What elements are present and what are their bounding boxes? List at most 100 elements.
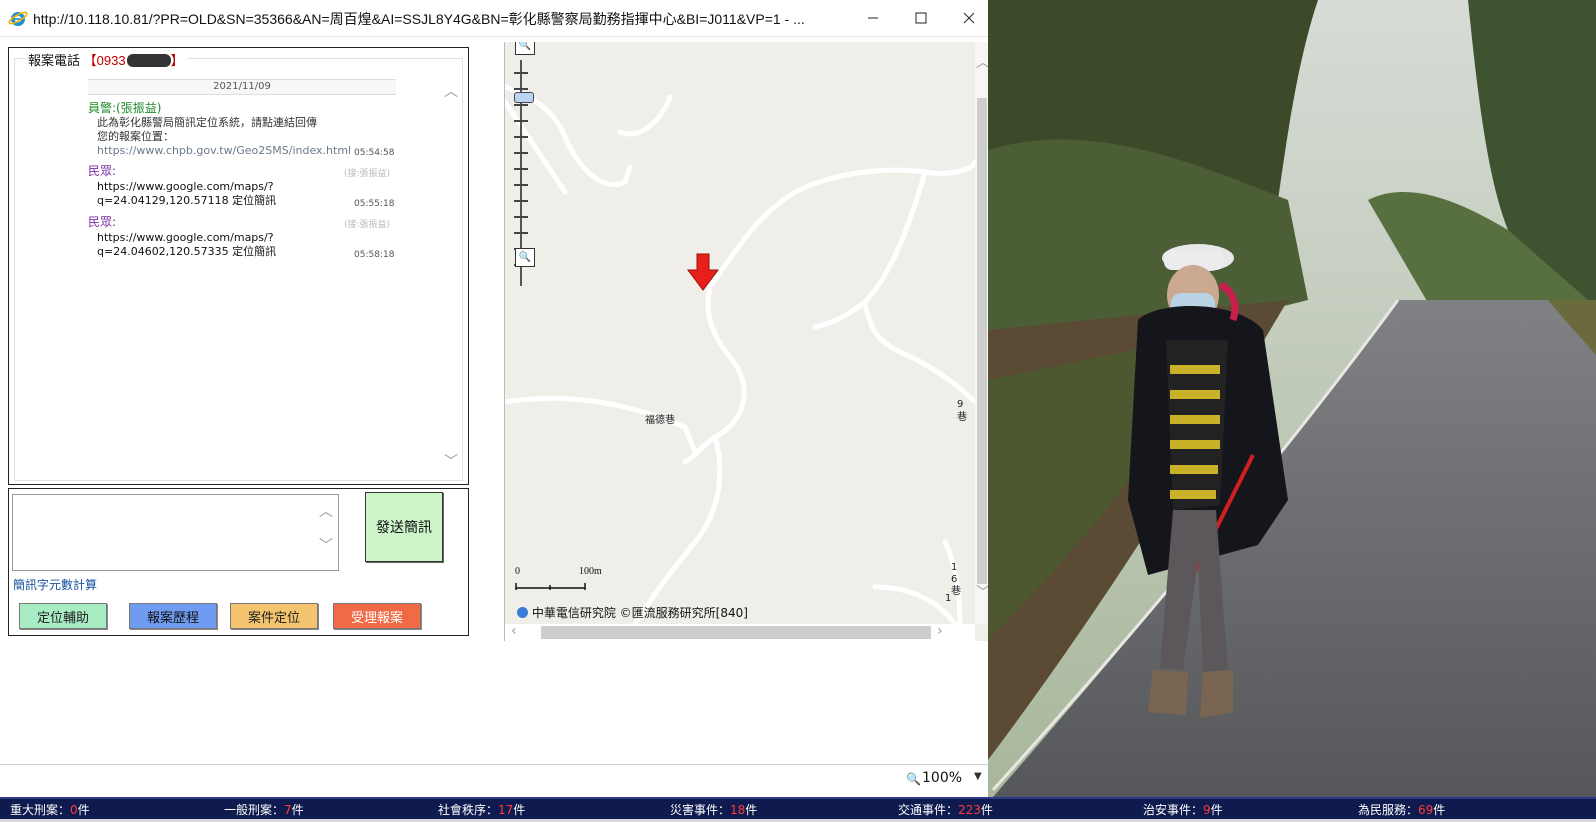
zoom-tick	[514, 216, 528, 218]
message-sender: 員警:(張振益)	[88, 101, 162, 115]
internet-explorer-icon	[8, 11, 28, 26]
message-meta: (接:張振益)	[344, 169, 391, 179]
case-locate-button[interactable]: 案件定位	[230, 603, 318, 629]
road	[707, 159, 975, 290]
map-vertical-scrollbar[interactable]: ︿ ﹀	[975, 42, 989, 624]
scale-zero-label: 0	[515, 566, 520, 577]
message-line: 您的報案位置：	[97, 130, 174, 143]
browser-window: http://10.118.10.81/?PR=OLD&SN=35366&AN=…	[0, 0, 989, 822]
message-line: q=24.04602,120.57335 定位簡訊	[97, 245, 277, 258]
maximize-button[interactable]	[898, 0, 944, 36]
edge-road-label: 9巷	[957, 399, 967, 423]
chevron-up-icon[interactable]: ︿	[444, 81, 458, 101]
location-marker-icon[interactable]	[685, 252, 723, 294]
chat-scrollbar[interactable]: ︿ ﹀	[442, 81, 459, 476]
stat-traffic: 交通事件：223件	[898, 803, 993, 817]
road	[632, 434, 723, 624]
message-time: 05:55:18	[354, 199, 395, 209]
chevron-down-icon[interactable]: ﹀	[444, 451, 458, 471]
zoom-level[interactable]: 100%	[922, 770, 962, 786]
message-body: https://www.google.com/maps/? q=24.04602…	[97, 231, 276, 259]
map-roads	[505, 84, 975, 624]
zoom-tick	[514, 72, 528, 74]
road	[872, 584, 958, 624]
message-link[interactable]: https://www.chpb.gov.tw/Geo2SMS/index.ht…	[97, 144, 351, 158]
stat-disaster: 災害事件：18件	[670, 803, 758, 817]
scrollbar-thumb[interactable]	[977, 98, 987, 584]
road	[812, 169, 928, 330]
scrollbar-thumb[interactable]	[541, 626, 931, 639]
zoom-tick	[514, 120, 528, 122]
message-time: 05:54:58	[354, 148, 395, 158]
sms-textarea[interactable]: ︿ ﹀	[12, 494, 339, 571]
zoom-in-button[interactable]: 🔍	[515, 42, 535, 55]
window-title: http://10.118.10.81/?PR=OLD&SN=35366&AN=…	[33, 11, 805, 27]
scale-end-label: 100m	[579, 566, 602, 577]
zoom-magnifier-icon: 🔍	[906, 772, 921, 786]
message-line: 此為彰化縣警局簡訊定位系統，請點連結回傳	[97, 116, 317, 129]
chevron-right-icon[interactable]: ›	[937, 623, 943, 639]
message-sender: 民眾:	[88, 215, 117, 229]
redacted-block	[126, 54, 171, 67]
close-icon	[963, 12, 975, 24]
road-label-fude: 福德巷	[645, 415, 675, 426]
phone-header: 報案電話 【0933】	[25, 50, 187, 69]
photo-image	[988, 0, 1596, 797]
scale-bar	[515, 583, 586, 590]
maximize-icon	[915, 12, 927, 24]
message-meta: (接:張振益)	[344, 220, 391, 230]
chat-panel: 2021/11/09 員警:(張振益) 此為彰化縣警局簡訊定位系統，請點連結回傳…	[8, 47, 469, 485]
message-line: https://www.google.com/maps/?	[97, 231, 274, 244]
road	[862, 299, 975, 405]
close-button[interactable]	[946, 0, 992, 36]
message-line: q=24.04129,120.57118 定位簡訊	[97, 194, 277, 207]
map-horizontal-scrollbar[interactable]: ‹ ›	[505, 623, 975, 641]
message-sender: 民眾:	[88, 164, 117, 178]
minimize-button[interactable]	[850, 0, 896, 36]
message-line: https://www.google.com/maps/?	[97, 180, 274, 193]
road	[617, 94, 673, 137]
map-view[interactable]: 🔍 🔍 福德巷 9巷 16巷 1 0 100m 中華電信研究院 ©匯流服務研究所…	[504, 42, 989, 641]
message-body: 此為彰化縣警局簡訊定位系統，請點連結回傳 您的報案位置： https://www…	[97, 116, 351, 158]
title-bar: http://10.118.10.81/?PR=OLD&SN=35366&AN=…	[0, 0, 988, 37]
compose-panel: ︿ ﹀ 發送簡訊 簡訊字元數計算 定位輔助 報案歷程 案件定位 受理報案	[8, 488, 469, 636]
stat-general-crime: 一般刑案：7件	[224, 803, 304, 817]
locate-assist-button[interactable]: 定位輔助	[19, 603, 107, 629]
chevron-down-icon[interactable]: ﹀	[319, 535, 333, 555]
minimize-icon	[868, 17, 878, 19]
zoom-tick	[514, 232, 528, 234]
cht-logo-icon	[517, 607, 528, 618]
stat-major-crime: 重大刑案：0件	[10, 803, 90, 817]
phone-number: 0933	[96, 53, 126, 68]
road	[505, 99, 568, 195]
chevron-up-icon[interactable]: ︿	[319, 501, 333, 521]
zoom-out-button[interactable]: 🔍	[515, 248, 535, 267]
accept-report-button[interactable]: 受理報案	[333, 603, 421, 629]
caller-photo	[988, 0, 1596, 797]
message-time: 05:58:18	[354, 250, 395, 260]
chat-date: 2021/11/09	[88, 79, 396, 95]
message-body: https://www.google.com/maps/? q=24.04129…	[97, 180, 276, 208]
zoom-tick	[514, 104, 528, 106]
char-count-link[interactable]: 簡訊字元數計算	[13, 576, 97, 593]
zoom-tick	[514, 168, 528, 170]
report-history-button[interactable]: 報案歷程	[129, 603, 217, 629]
stat-security: 治安事件：9件	[1143, 803, 1223, 817]
phone-label: 報案電話	[28, 53, 81, 68]
case-statistics-bar: 重大刑案：0件 一般刑案：7件 社會秩序：17件 災害事件：18件 交通事件：2…	[0, 797, 1596, 819]
stat-public-order: 社會秩序：17件	[438, 803, 526, 817]
chat-history[interactable]: 2021/11/09 員警:(張振益) 此為彰化縣警局簡訊定位系統，請點連結回傳…	[14, 58, 463, 481]
zoom-tick	[514, 136, 528, 138]
map-copyright: 中華電信研究院 ©匯流服務研究所[840]	[517, 604, 748, 621]
zoom-slider-thumb[interactable]	[514, 92, 534, 103]
chevron-left-icon[interactable]: ‹	[511, 623, 517, 639]
edge-road-label: 1	[945, 593, 952, 604]
browser-status-bar: 🔍 100% ▼	[0, 764, 988, 791]
copyright-text: 中華電信研究院 ©匯流服務研究所[840]	[531, 606, 748, 620]
dropdown-arrow-icon[interactable]: ▼	[974, 771, 982, 782]
zoom-tick	[514, 184, 528, 186]
zoom-tick	[514, 88, 528, 90]
zoom-tick	[514, 152, 528, 154]
send-sms-button[interactable]: 發送簡訊	[365, 492, 443, 562]
zoom-tick	[514, 200, 528, 202]
